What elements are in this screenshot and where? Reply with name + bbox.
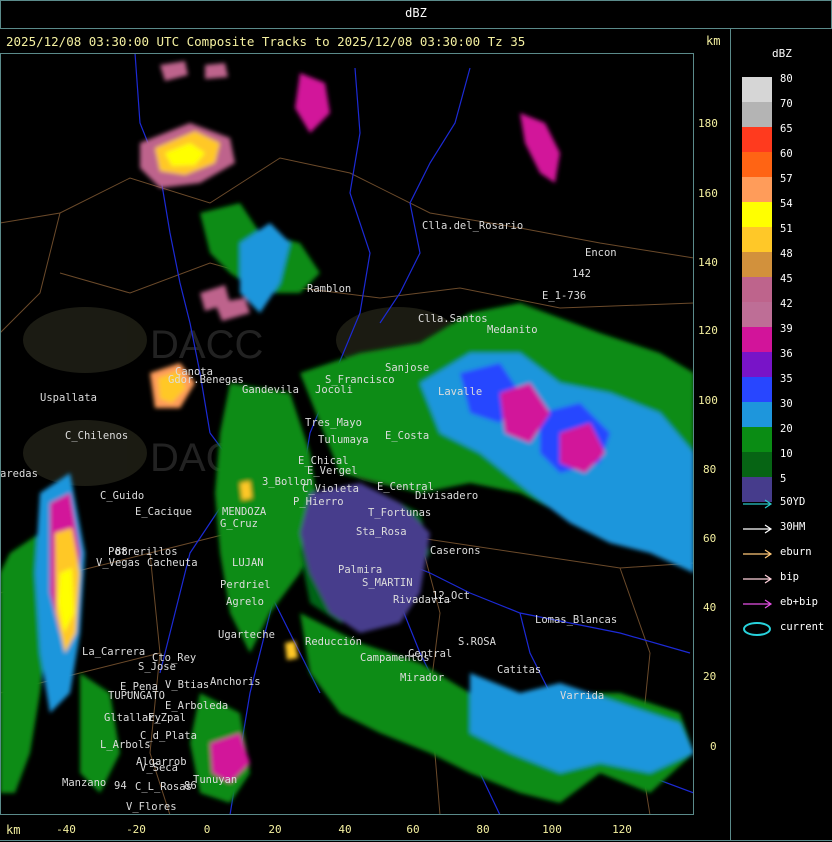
- legend-value: 42: [780, 298, 793, 310]
- track-label: eburn: [780, 546, 812, 558]
- divider: [0, 28, 832, 29]
- legend-value: 60: [780, 148, 793, 160]
- track-arrow-icon: [743, 574, 773, 584]
- legend-value: 39: [780, 323, 793, 335]
- product-subtitle: 2025/12/08 03:30:00 UTC Composite Tracks…: [6, 34, 526, 49]
- y-tick-label: 140: [698, 256, 718, 269]
- legend-swatch: [742, 252, 772, 277]
- track-label: eb+bip: [780, 596, 818, 608]
- y-tick-label: 80: [703, 463, 717, 476]
- legend-swatch: [742, 327, 772, 352]
- legend-value: 65: [780, 123, 793, 135]
- y-tick-label: 120: [698, 324, 718, 337]
- legend-value: 70: [780, 98, 793, 110]
- x-tick-label: 120: [612, 823, 632, 836]
- x-tick-label: 0: [203, 823, 211, 836]
- legend-swatch: [742, 402, 772, 427]
- legend-value: 35: [780, 373, 793, 385]
- x-tick-label: -40: [56, 823, 76, 836]
- y-tick-label: 160: [698, 187, 718, 200]
- legend-value: 10: [780, 448, 793, 460]
- legend-value: 5: [780, 473, 787, 485]
- x-unit-label: km: [6, 823, 21, 837]
- track-arrow-icon: [743, 549, 773, 559]
- track-label: 50YD: [780, 496, 806, 508]
- track-label: 30HM: [780, 521, 806, 533]
- map-frame: [0, 53, 694, 815]
- y-tick-label: 40: [703, 601, 717, 614]
- track-arrow-icon: [743, 599, 773, 609]
- legend-value: 20: [780, 423, 793, 435]
- x-tick-label: 80: [476, 823, 490, 836]
- legend-value: 30: [780, 398, 793, 410]
- legend-swatch: [742, 177, 772, 202]
- x-tick-label: 100: [542, 823, 562, 836]
- legend-value: 80: [780, 73, 793, 85]
- window-title: dBZ: [405, 6, 427, 20]
- y-tick-label: 20: [703, 670, 717, 683]
- divider: [0, 840, 832, 841]
- legend-swatch: [742, 202, 772, 227]
- legend-value: 45: [780, 273, 793, 285]
- track-arrow-icon: [743, 524, 773, 534]
- legend-swatch: [742, 452, 772, 477]
- legend-swatch: [742, 102, 772, 127]
- legend-swatch: [742, 152, 772, 177]
- legend-swatch: [742, 77, 772, 102]
- x-tick-label: -20: [126, 823, 146, 836]
- x-tick-label: 20: [268, 823, 282, 836]
- legend-title: dBZ: [772, 47, 792, 60]
- legend-swatch: [742, 227, 772, 252]
- current-ellipse-icon: [743, 622, 771, 636]
- track-label: bip: [780, 571, 799, 583]
- divider: [730, 28, 731, 840]
- legend-value: 57: [780, 173, 793, 185]
- legend-swatch: [742, 277, 772, 302]
- y-tick-label: 0: [710, 740, 717, 753]
- y-tick-label: 100: [698, 394, 718, 407]
- legend-value: 54: [780, 198, 793, 210]
- x-tick-label: 40: [338, 823, 352, 836]
- y-tick-label: 180: [698, 117, 718, 130]
- legend-swatch: [742, 127, 772, 152]
- legend-value: 48: [780, 248, 793, 260]
- y-tick-label: 60: [703, 532, 717, 545]
- track-label: current: [780, 621, 825, 633]
- legend-value: 51: [780, 223, 793, 235]
- y-unit-label: km: [706, 34, 721, 48]
- x-tick-label: 60: [406, 823, 420, 836]
- legend-swatch: [742, 302, 772, 327]
- legend-swatch: [742, 377, 772, 402]
- legend-value: 36: [780, 348, 793, 360]
- legend-swatch: [742, 352, 772, 377]
- legend-swatch: [742, 427, 772, 452]
- track-arrow-icon: [743, 499, 773, 509]
